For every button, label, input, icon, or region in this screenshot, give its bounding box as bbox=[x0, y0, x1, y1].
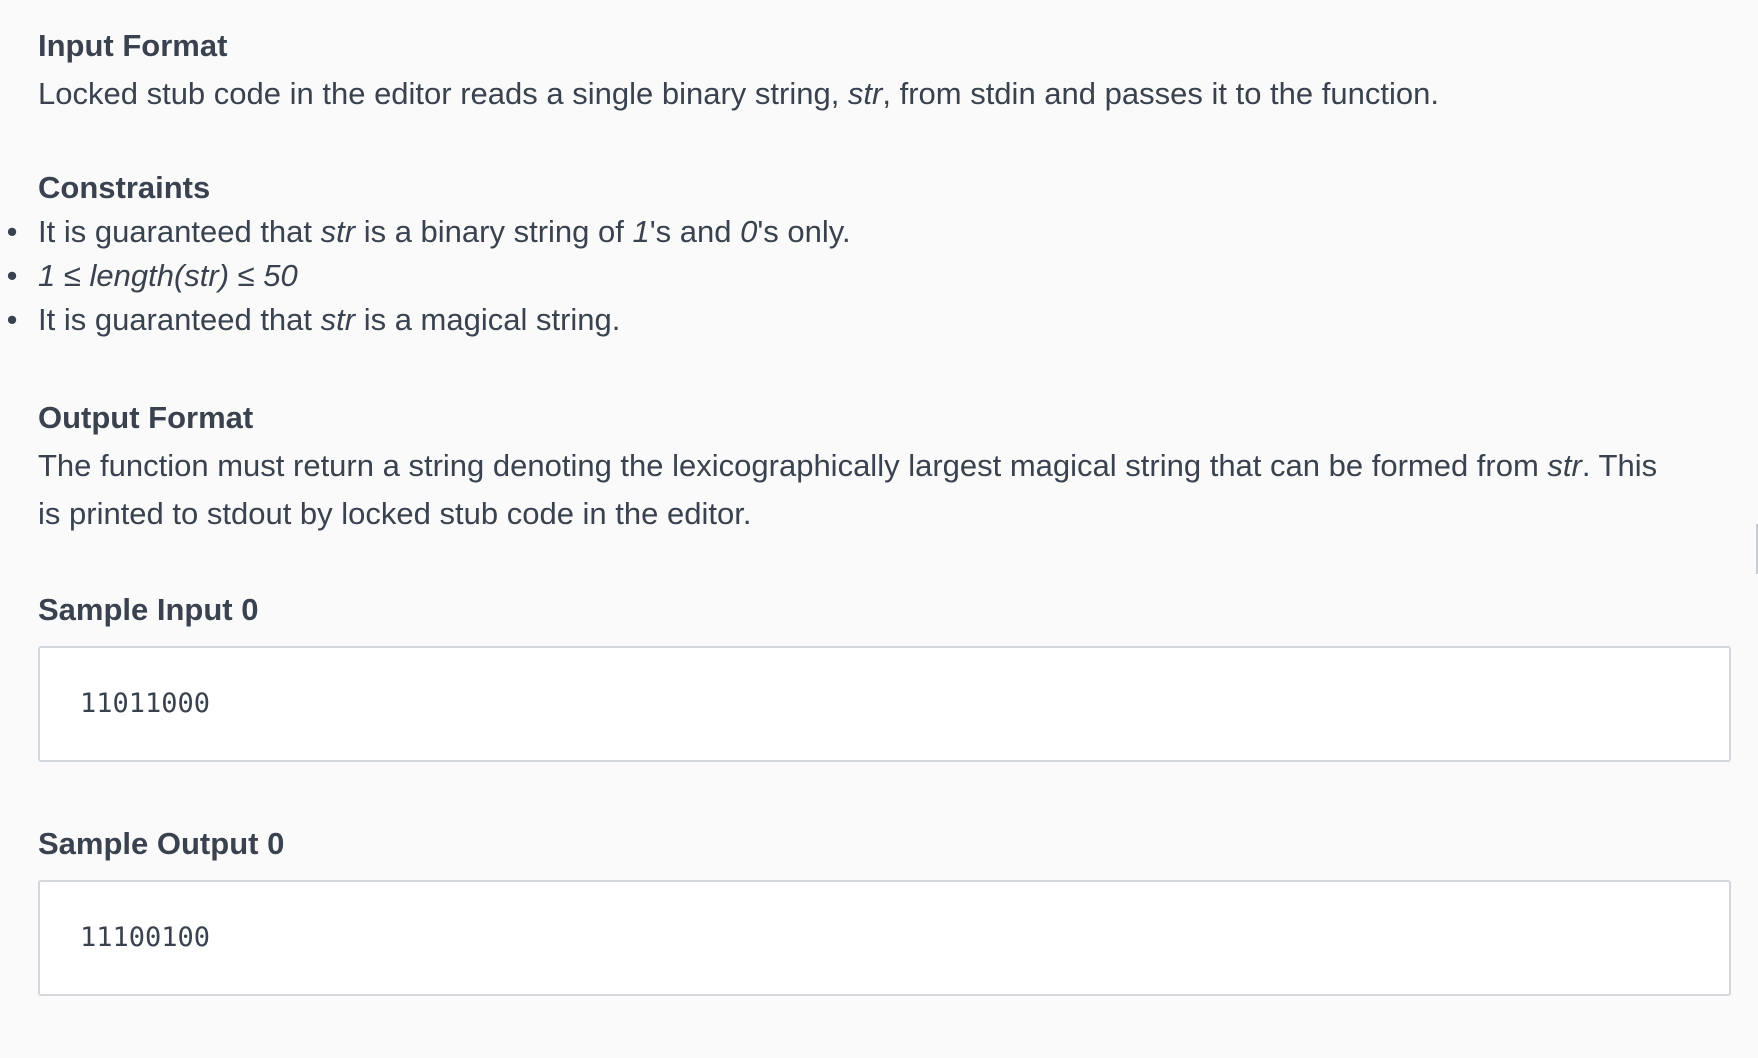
input-format-heading: Input Format bbox=[38, 28, 228, 63]
constraints-section: Constraints • It is guaranteed that str … bbox=[7, 166, 1735, 342]
problem-statement-page: Input Format Locked stub code in the edi… bbox=[0, 0, 1758, 1058]
sample-input-heading: Sample Input 0 bbox=[38, 592, 259, 627]
sample-input-section: Sample Input 0 11011000 bbox=[38, 588, 1735, 762]
output-format-line2: is printed to stdout by locked stub code… bbox=[38, 496, 752, 531]
input-format-var: str bbox=[847, 76, 883, 111]
output-format-text: The function must return a string denoti… bbox=[38, 442, 1735, 538]
bullet-icon: • bbox=[6, 302, 18, 337]
input-format-section: Input Format Locked stub code in the edi… bbox=[38, 24, 1735, 118]
constraint-math: 1 ≤ length(str) ≤ 50 bbox=[38, 258, 298, 293]
bullet-icon: • bbox=[6, 258, 18, 293]
sample-output-section: Sample Output 0 11100100 bbox=[38, 822, 1735, 996]
constraint-text: It is guaranteed that bbox=[38, 302, 321, 337]
input-format-text-before: Locked stub code in the editor reads a s… bbox=[38, 76, 848, 111]
input-format-text-after: , from stdin and passes it to the functi… bbox=[882, 76, 1439, 111]
constraint-text: is a binary string of bbox=[355, 214, 633, 249]
sample-output-code[interactable]: 11100100 bbox=[80, 920, 210, 956]
sample-input-code-box[interactable]: 11011000 bbox=[38, 646, 1731, 762]
constraint-item: • It is guaranteed that str is a binary … bbox=[7, 210, 1735, 254]
constraint-item: • It is guaranteed that str is a magical… bbox=[7, 298, 1735, 342]
constraint-var: str bbox=[320, 214, 356, 249]
output-format-line1-after: . This bbox=[1581, 448, 1658, 483]
sample-output-heading: Sample Output 0 bbox=[38, 826, 285, 861]
sample-output-code-box[interactable]: 11100100 bbox=[38, 880, 1731, 996]
bullet-icon: • bbox=[6, 214, 18, 249]
output-format-var: str bbox=[1547, 448, 1582, 483]
constraint-item: • 1 ≤ length(str) ≤ 50 bbox=[7, 254, 1735, 298]
constraints-heading: Constraints bbox=[38, 170, 211, 205]
constraint-text: 's and bbox=[649, 214, 741, 249]
constraint-text: 's only. bbox=[757, 214, 851, 249]
constraint-var: 0 bbox=[740, 214, 758, 249]
constraint-text: is a magical string. bbox=[355, 302, 621, 337]
constraint-var: 1 bbox=[632, 214, 650, 249]
input-format-text: Locked stub code in the editor reads a s… bbox=[38, 70, 1735, 118]
output-format-line1-before: The function must return a string denoti… bbox=[38, 448, 1548, 483]
output-format-heading: Output Format bbox=[38, 400, 254, 435]
constraint-var: str bbox=[320, 302, 356, 337]
constraint-text: It is guaranteed that bbox=[38, 214, 321, 249]
constraints-list: • It is guaranteed that str is a binary … bbox=[7, 210, 1735, 342]
output-format-section: Output Format The function must return a… bbox=[38, 396, 1735, 538]
sample-input-code[interactable]: 11011000 bbox=[80, 686, 210, 722]
